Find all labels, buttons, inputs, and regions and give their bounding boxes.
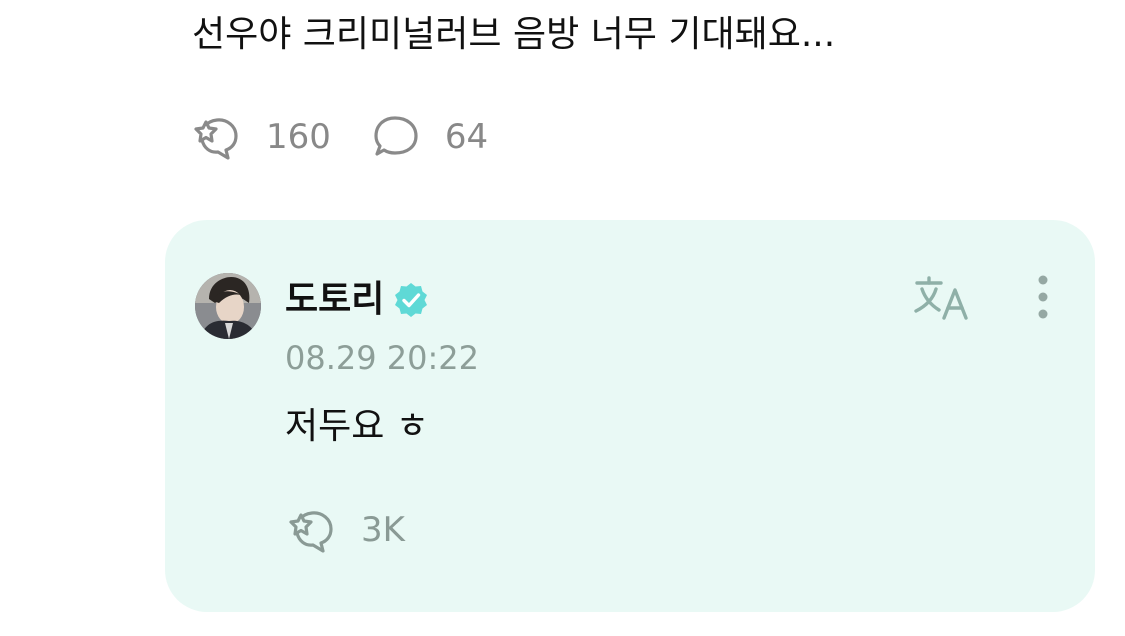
star-bubble-icon xyxy=(287,505,339,555)
comment-count: 64 xyxy=(444,117,489,157)
post-actions: 160 64 xyxy=(192,112,488,162)
verified-badge-icon xyxy=(392,281,430,319)
like-button[interactable]: 160 xyxy=(192,112,331,162)
reply-timestamp: 08.29 20:22 xyxy=(285,339,479,377)
translate-button[interactable] xyxy=(911,274,973,324)
translate-icon xyxy=(911,276,973,328)
comment-button[interactable]: 64 xyxy=(371,112,488,162)
reply-text: 저두요 ㅎ xyxy=(285,406,429,447)
author-row: 도토리 xyxy=(285,276,430,324)
more-vertical-icon xyxy=(1035,272,1051,328)
reply-like-button[interactable]: 3K xyxy=(287,505,405,555)
reply-like-count: 3K xyxy=(361,510,405,550)
reply-card: 도토리 08.29 20:22 저두요 ㅎ 3K xyxy=(165,220,1095,612)
post-text: 선우야 크리미널러브 음방 너무 기대돼요... xyxy=(192,14,836,55)
avatar[interactable] xyxy=(195,273,261,339)
star-bubble-icon xyxy=(192,112,244,162)
like-count: 160 xyxy=(266,117,331,157)
author-name[interactable]: 도토리 xyxy=(285,276,384,324)
reply-actions: 3K xyxy=(287,505,405,555)
speech-bubble-icon xyxy=(371,112,423,162)
more-options-button[interactable] xyxy=(1025,274,1061,326)
